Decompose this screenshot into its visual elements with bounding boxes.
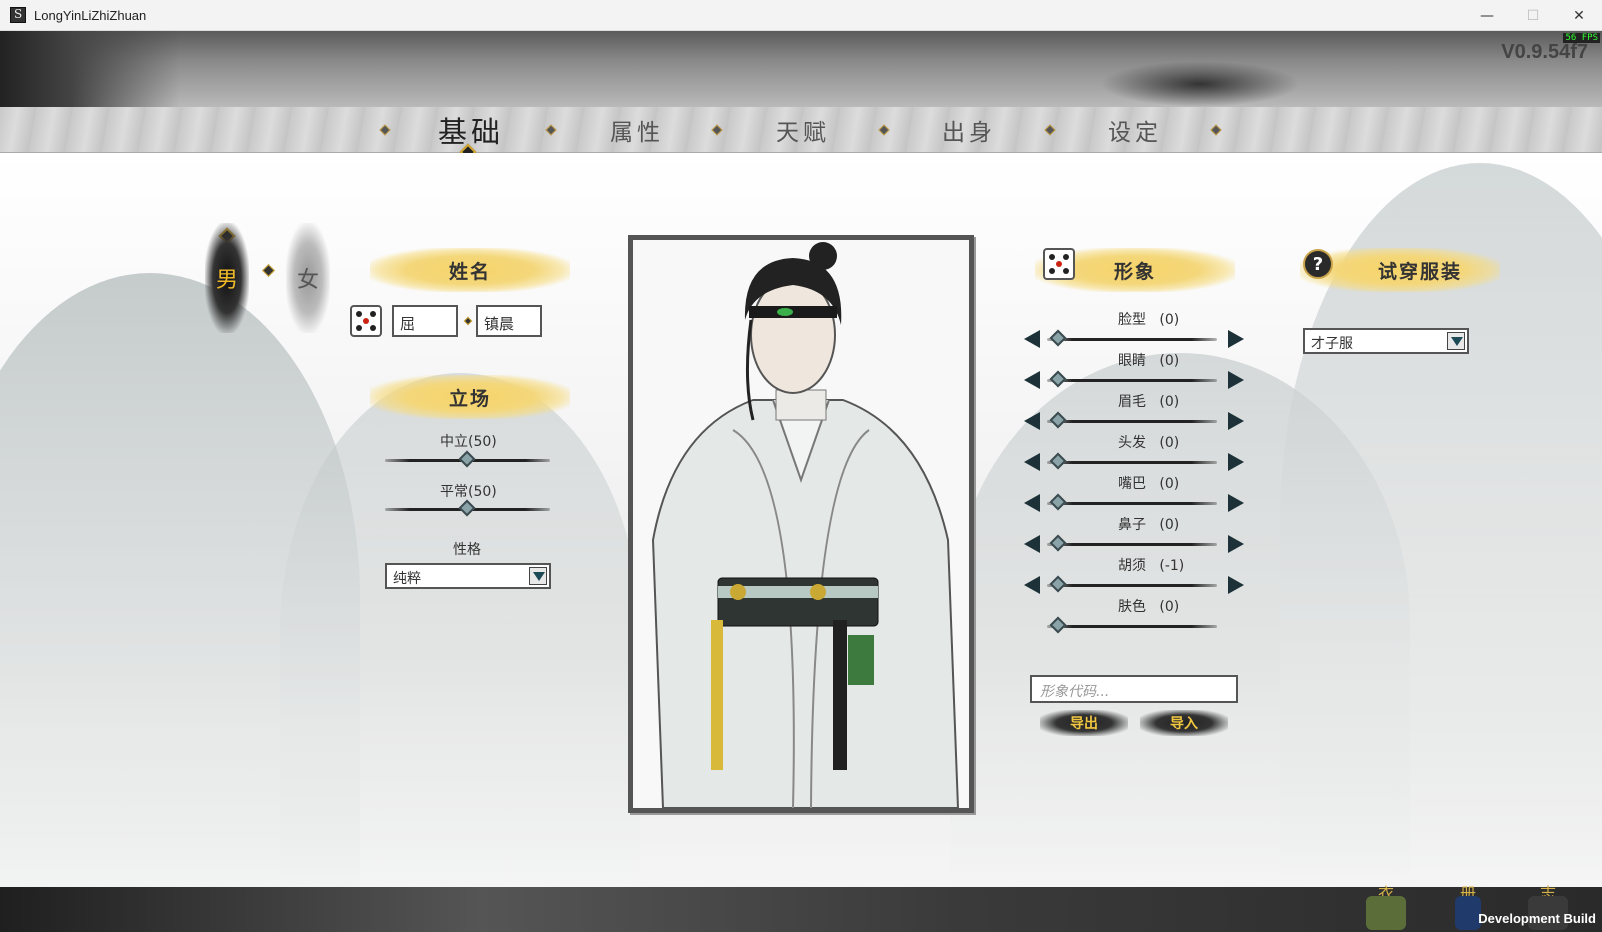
mouth-prev-arrow-icon[interactable] <box>1024 494 1040 512</box>
top-ink-banner: V0.9.54f7 56 FPS <box>0 31 1602 107</box>
eyes-handle[interactable] <box>1049 370 1067 388</box>
import-button[interactable]: 导入 <box>1140 710 1228 736</box>
minimize-button[interactable]: — <box>1464 0 1510 31</box>
bottom-ink-banner: 衣 册 志 Development Build <box>0 884 1602 932</box>
hair-label: 头发 (0) <box>1118 435 1180 451</box>
nose-prev-arrow-icon[interactable] <box>1024 535 1040 553</box>
tab-basic[interactable]: 基础 <box>438 109 504 151</box>
mouth-track[interactable] <box>1047 502 1217 505</box>
character-creation-panel: 男 女 姓名 屈 镇晨 立场 中立(50) 平常(50) 性格 纯粹 形象 脸型… <box>0 153 1602 887</box>
beard-label: 胡须 (-1) <box>1118 558 1185 574</box>
tab-origin[interactable]: 出身 <box>942 113 996 147</box>
appearance-code-input[interactable]: 形象代码... <box>1030 675 1238 703</box>
tab-settings[interactable]: 设定 <box>1108 113 1162 147</box>
book-glyph <box>1455 896 1481 930</box>
stance-header: 立场 <box>370 375 570 419</box>
nose-track[interactable] <box>1047 543 1217 546</box>
hair-track[interactable] <box>1047 461 1217 464</box>
window-titlebar: LongYinLiZhiZhuan — ☐ ✕ <box>0 0 1602 31</box>
dropdown-arrow-icon <box>529 567 547 585</box>
name-header: 姓名 <box>370 248 570 292</box>
name-separator-icon <box>463 316 473 326</box>
personality-dropdown[interactable]: 纯粹 <box>385 563 551 589</box>
help-icon[interactable]: ? <box>1303 249 1333 279</box>
surname-input[interactable]: 屈 <box>392 305 458 337</box>
tab-separator-icon <box>1210 124 1222 136</box>
gender-female-button[interactable]: 女 <box>286 223 330 333</box>
export-button[interactable]: 导出 <box>1040 710 1128 736</box>
mouth-next-arrow-icon[interactable] <box>1228 494 1244 512</box>
beard-track[interactable] <box>1047 584 1217 587</box>
personality-label: 性格 <box>453 542 481 558</box>
eyes-next-arrow-icon[interactable] <box>1228 371 1244 389</box>
nose-next-arrow-icon[interactable] <box>1228 535 1244 553</box>
window-controls: — ☐ ✕ <box>1464 0 1602 31</box>
face-shape-prev-arrow-icon[interactable] <box>1024 330 1040 348</box>
eyebrows-next-arrow-icon[interactable] <box>1228 412 1244 430</box>
eyes-prev-arrow-icon[interactable] <box>1024 371 1040 389</box>
random-name-dice-icon[interactable] <box>350 305 382 337</box>
face-shape-handle[interactable] <box>1049 329 1067 347</box>
tab-separator-icon <box>545 124 557 136</box>
tab-separator-icon <box>1044 124 1056 136</box>
face-shape-label: 脸型 (0) <box>1118 312 1180 328</box>
wardrobe-icon[interactable]: 衣 <box>1362 880 1410 930</box>
stance-slider-2-label: 平常(50) <box>440 484 497 500</box>
hair-prev-arrow-icon[interactable] <box>1024 453 1040 471</box>
character-portrait <box>628 235 974 813</box>
eyes-track[interactable] <box>1047 379 1217 382</box>
tab-attributes[interactable]: 属性 <box>610 113 664 147</box>
app-icon <box>10 7 26 23</box>
random-appearance-dice-icon[interactable] <box>1043 248 1075 280</box>
beard-prev-arrow-icon[interactable] <box>1024 576 1040 594</box>
stance-slider-1-label: 中立(50) <box>440 434 497 450</box>
tab-bar: 基础 属性 天赋 出身 设定 <box>0 107 1602 161</box>
tab-separator-icon <box>379 124 391 136</box>
eyebrows-track[interactable] <box>1047 420 1217 423</box>
development-build-label: Development Build <box>1478 911 1596 926</box>
beard-next-arrow-icon[interactable] <box>1228 576 1244 594</box>
character-illustration <box>651 242 960 809</box>
wardrobe-glyph <box>1366 896 1406 930</box>
face-shape-track[interactable] <box>1047 338 1217 341</box>
version-label: V0.9.54f7 <box>1501 41 1588 63</box>
nose-label: 鼻子 (0) <box>1118 517 1180 533</box>
tab-separator-icon <box>711 124 723 136</box>
hair-next-arrow-icon[interactable] <box>1228 453 1244 471</box>
maximize-button[interactable]: ☐ <box>1510 0 1556 31</box>
mouth-label: 嘴巴 (0) <box>1118 476 1180 492</box>
dropdown-arrow-icon <box>1447 332 1465 350</box>
fps-counter: 56 FPS <box>1563 33 1600 43</box>
outfit-value: 才子服 <box>1311 336 1353 352</box>
given-name-input[interactable]: 镇晨 <box>476 305 542 337</box>
skin-color-track[interactable] <box>1047 625 1217 628</box>
eyebrows-prev-arrow-icon[interactable] <box>1024 412 1040 430</box>
gender-male-button[interactable]: 男 <box>205 223 249 333</box>
outfit-dropdown[interactable]: 才子服 <box>1303 328 1469 354</box>
face-shape-next-arrow-icon[interactable] <box>1228 330 1244 348</box>
gender-separator-icon <box>262 264 275 277</box>
game-viewport: V0.9.54f7 56 FPS 基础 属性 天赋 出身 设定 男 女 姓名 屈 <box>0 31 1602 932</box>
tab-talents[interactable]: 天赋 <box>776 113 830 147</box>
personality-value: 纯粹 <box>393 571 421 587</box>
eyebrows-label: 眉毛 (0) <box>1118 394 1180 410</box>
eyes-label: 眼睛 (0) <box>1118 353 1180 369</box>
close-button[interactable]: ✕ <box>1556 0 1602 31</box>
window-title: LongYinLiZhiZhuan <box>34 7 147 23</box>
skin-color-label: 肤色 (0) <box>1118 599 1180 615</box>
tab-separator-icon <box>878 124 890 136</box>
